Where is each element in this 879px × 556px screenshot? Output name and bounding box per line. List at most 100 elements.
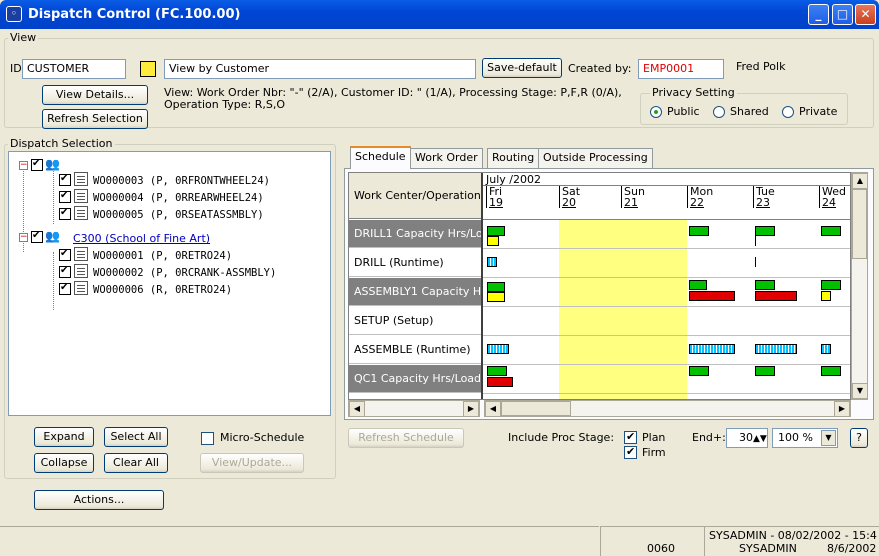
refresh-selection-button[interactable]: Refresh Selection bbox=[42, 109, 148, 129]
help-button[interactable]: ? bbox=[850, 428, 868, 448]
maximize-icon[interactable]: □ bbox=[832, 4, 853, 25]
tab-routing[interactable]: Routing bbox=[487, 148, 540, 168]
radio-private-label: Private bbox=[799, 105, 838, 118]
scroll-down-icon[interactable]: ▼ bbox=[852, 383, 868, 399]
runtime-bar-cyan[interactable] bbox=[755, 344, 797, 354]
application-icon[interactable]: ◦ bbox=[6, 6, 22, 22]
schedule-gantt[interactable]: Work Center/Operation July /2002 Fri 19 Sa… bbox=[348, 172, 851, 400]
tree-item-wo000004[interactable]: WO000004 (P, 0RREARWHEEL24) bbox=[93, 192, 264, 204]
clear-all-button[interactable]: Clear All bbox=[104, 453, 168, 473]
capacity-bar-green[interactable] bbox=[755, 226, 775, 236]
radio-public[interactable] bbox=[650, 106, 662, 118]
tab-work-order[interactable]: Work Order bbox=[410, 148, 483, 168]
tab-schedule[interactable]: Schedule bbox=[350, 146, 411, 169]
zoom-select[interactable]: 100 % ▼ bbox=[772, 428, 838, 448]
scroll-up-icon[interactable]: ▲ bbox=[852, 173, 868, 189]
scroll-left-icon[interactable]: ◀ bbox=[349, 401, 365, 417]
tree-checkbox[interactable] bbox=[31, 158, 43, 171]
load-bar-yellow[interactable] bbox=[487, 236, 499, 246]
status-user: SYSADMIN bbox=[739, 542, 797, 555]
firm-checkbox[interactable] bbox=[624, 445, 637, 459]
close-icon[interactable]: ✕ bbox=[855, 4, 876, 25]
plan-checkbox[interactable] bbox=[624, 430, 637, 444]
tree-checkbox[interactable] bbox=[59, 282, 71, 295]
refresh-schedule-button[interactable]: Refresh Schedule bbox=[348, 428, 464, 448]
tree-collapse-icon[interactable]: − bbox=[19, 161, 28, 170]
tree-item-wo000003[interactable]: WO000003 (P, 0RFRONTWHEEL24) bbox=[93, 175, 270, 187]
gantt-hscrollbar[interactable]: ◀ ▶ bbox=[484, 400, 851, 417]
expand-button[interactable]: Expand bbox=[34, 427, 94, 447]
capacity-bar-green[interactable] bbox=[487, 282, 505, 292]
description-field[interactable]: View by Customer bbox=[164, 59, 476, 79]
tree-item-wo000001[interactable]: WO000001 (P, 0RETRO24) bbox=[93, 250, 232, 262]
tree-checkbox[interactable] bbox=[59, 265, 71, 278]
status-code-pane: 0060 bbox=[600, 526, 704, 556]
radio-private[interactable] bbox=[782, 106, 794, 118]
dropdown-arrow-icon[interactable]: ▼ bbox=[821, 430, 836, 446]
tree-checkbox[interactable] bbox=[31, 230, 43, 243]
capacity-bar-green[interactable] bbox=[755, 366, 775, 376]
tree-checkbox[interactable] bbox=[59, 207, 71, 220]
scroll-thumb[interactable] bbox=[852, 189, 867, 259]
actions-button[interactable]: Actions... bbox=[34, 490, 164, 510]
save-default-button[interactable]: Save-default bbox=[482, 58, 562, 78]
row-label[interactable]: DRILL1 Capacity Hrs/Lo bbox=[349, 220, 481, 248]
day-header: Tue 23 bbox=[753, 186, 775, 208]
row-label[interactable]: ASSEMBLY1 Capacity H bbox=[349, 278, 481, 306]
scroll-right-icon[interactable]: ▶ bbox=[463, 401, 479, 417]
day-header: Sun 21 bbox=[621, 186, 645, 208]
gantt-vscrollbar[interactable]: ▲ ▼ bbox=[851, 172, 868, 400]
tree-item-c300[interactable]: C300 (School of Fine Art) bbox=[73, 232, 210, 245]
row-label[interactable]: DRILL (Runtime) bbox=[349, 249, 481, 277]
tree-item-wo000005[interactable]: WO000005 (P, 0RSEATASSMBLY) bbox=[93, 209, 264, 221]
minimize-icon[interactable]: _ bbox=[808, 4, 829, 25]
capacity-bar-green[interactable] bbox=[821, 226, 841, 236]
tab-outside-processing[interactable]: Outside Processing bbox=[538, 148, 653, 168]
tree-checkbox[interactable] bbox=[59, 190, 71, 203]
tree-collapse-icon[interactable]: − bbox=[19, 233, 28, 242]
capacity-bar-green[interactable] bbox=[689, 226, 709, 236]
created-by-field[interactable]: EMP0001 bbox=[638, 59, 724, 79]
radio-shared[interactable] bbox=[713, 106, 725, 118]
scroll-right-icon[interactable]: ▶ bbox=[834, 401, 850, 417]
collapse-button[interactable]: Collapse bbox=[34, 453, 94, 473]
scroll-left-icon[interactable]: ◀ bbox=[485, 401, 501, 417]
row-label[interactable]: QC1 Capacity Hrs/Load bbox=[349, 365, 481, 393]
row-label[interactable]: SETUP (Setup) bbox=[349, 307, 481, 335]
view-update-button[interactable]: View/Update... bbox=[200, 453, 304, 473]
capacity-bar-green[interactable] bbox=[487, 226, 505, 236]
dispatch-tree[interactable]: − 👥 WO000003 (P, 0RFRONTWHEEL24) WO00000… bbox=[8, 151, 331, 416]
tree-checkbox[interactable] bbox=[59, 248, 71, 261]
lookup-icon[interactable] bbox=[140, 61, 156, 77]
micro-schedule-checkbox[interactable] bbox=[201, 432, 214, 445]
runtime-bar-cyan[interactable] bbox=[689, 344, 735, 354]
spin-icon[interactable]: ▲▼ bbox=[753, 434, 767, 444]
load-bar-red[interactable] bbox=[755, 291, 797, 301]
customer-group-icon: 👥 bbox=[45, 157, 60, 171]
id-field[interactable]: CUSTOMER bbox=[22, 59, 126, 79]
scroll-thumb[interactable] bbox=[501, 401, 571, 416]
load-bar-yellow[interactable] bbox=[487, 292, 505, 302]
capacity-bar-green[interactable] bbox=[689, 366, 709, 376]
load-bar-red[interactable] bbox=[689, 291, 735, 301]
capacity-bar-green[interactable] bbox=[487, 366, 507, 376]
runtime-bar-cyan[interactable] bbox=[487, 257, 497, 267]
runtime-bar-cyan[interactable] bbox=[487, 344, 509, 354]
work-order-icon bbox=[74, 206, 88, 220]
capacity-bar-green[interactable] bbox=[821, 280, 841, 290]
select-all-button[interactable]: Select All bbox=[104, 427, 168, 447]
load-bar-red[interactable] bbox=[487, 377, 513, 387]
row-label[interactable]: ASSEMBLE (Runtime) bbox=[349, 336, 481, 364]
capacity-bar-green[interactable] bbox=[689, 280, 707, 290]
runtime-bar-cyan[interactable] bbox=[821, 344, 831, 354]
view-group-label: View bbox=[8, 31, 39, 44]
load-bar-yellow[interactable] bbox=[821, 291, 831, 301]
view-details-button[interactable]: View Details... bbox=[42, 85, 148, 105]
capacity-bar-green[interactable] bbox=[821, 366, 841, 376]
label-hscrollbar[interactable]: ◀ ▶ bbox=[348, 400, 480, 417]
tree-item-wo000006[interactable]: WO000006 (R, 0RETRO24) bbox=[93, 284, 232, 296]
capacity-bar-green[interactable] bbox=[755, 280, 775, 290]
tree-checkbox[interactable] bbox=[59, 173, 71, 186]
end-spinner[interactable]: 30▲▼ bbox=[726, 428, 768, 448]
tree-item-wo000002[interactable]: WO000002 (P, 0RCRANK-ASSMBLY) bbox=[93, 267, 276, 279]
